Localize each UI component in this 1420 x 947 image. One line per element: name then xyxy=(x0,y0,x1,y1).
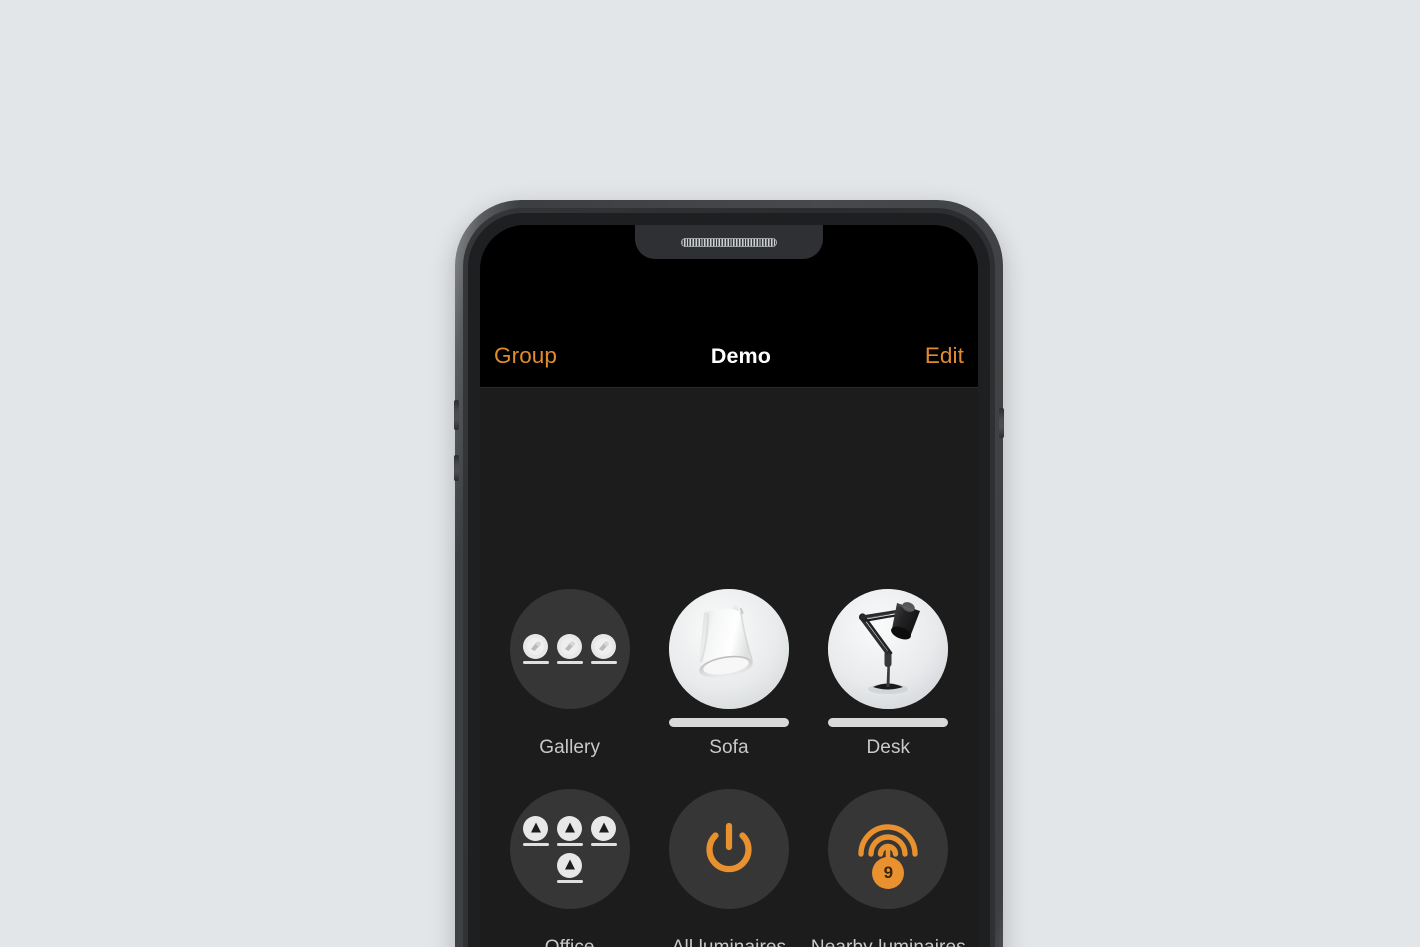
navigation-bar-row: Group Demo Edit xyxy=(480,339,978,373)
phone-notch xyxy=(635,225,823,259)
phone-device-frame: Group Demo Edit Gallery Sofa Desk 9 xyxy=(454,200,1004,947)
tile-office[interactable]: Office xyxy=(496,789,644,947)
anglepoise-lamp-photo xyxy=(828,589,949,709)
navbar-divider xyxy=(480,387,978,388)
phone-screen: Group Demo Edit Gallery Sofa Desk 9 xyxy=(480,225,978,947)
three-spotlights-icon xyxy=(522,634,617,664)
tile-all-luminaires[interactable]: All luminaires xyxy=(655,789,803,947)
grid-row: Gallery Sofa Desk xyxy=(480,589,978,759)
tile-label: Nearby luminaires xyxy=(811,937,966,947)
tile-sofa-circle[interactable] xyxy=(668,589,789,709)
tile-desk[interactable]: Desk xyxy=(814,589,962,759)
luminaire-grid: Gallery Sofa Desk 9 xyxy=(480,388,978,947)
power-side-button[interactable] xyxy=(999,408,1004,438)
brightness-bar[interactable] xyxy=(668,718,789,727)
brightness-bar[interactable] xyxy=(828,718,949,727)
tile-gallery-circle[interactable] xyxy=(509,589,630,709)
screenshot-canvas: Group Demo Edit Gallery Sofa Desk 9 xyxy=(0,0,1420,947)
tile-office-circle[interactable] xyxy=(509,789,630,909)
tile-gallery[interactable]: Gallery xyxy=(496,589,644,759)
nearby-count-badge: 9 xyxy=(872,857,905,889)
tile-label: Office xyxy=(545,937,595,947)
page-title: Demo xyxy=(710,343,771,368)
tile-label: Sofa xyxy=(709,737,749,758)
tile-desk-circle[interactable] xyxy=(828,589,949,709)
volume-up-button[interactable] xyxy=(454,455,459,481)
tile-all-luminaires-circle[interactable] xyxy=(668,789,789,909)
tile-label: Desk xyxy=(866,737,911,758)
tile-label: Gallery xyxy=(539,737,601,758)
tile-nearby-luminaires[interactable]: 9 Nearby luminaires xyxy=(811,789,966,947)
earpiece-speaker-grille xyxy=(681,238,777,247)
tile-sofa[interactable]: Sofa xyxy=(655,589,803,759)
group-button[interactable]: Group xyxy=(494,343,557,369)
pendant-lamp-photo xyxy=(668,589,789,709)
four-pendant-lamps-icon xyxy=(522,815,617,883)
tile-label: All luminaires xyxy=(672,937,786,947)
silent-switch[interactable] xyxy=(454,400,459,430)
edit-button[interactable]: Edit xyxy=(925,343,964,369)
tile-nearby-luminaires-circle[interactable]: 9 xyxy=(828,789,949,909)
power-icon xyxy=(706,822,752,873)
grid-row: Office All luminaires xyxy=(480,789,978,947)
